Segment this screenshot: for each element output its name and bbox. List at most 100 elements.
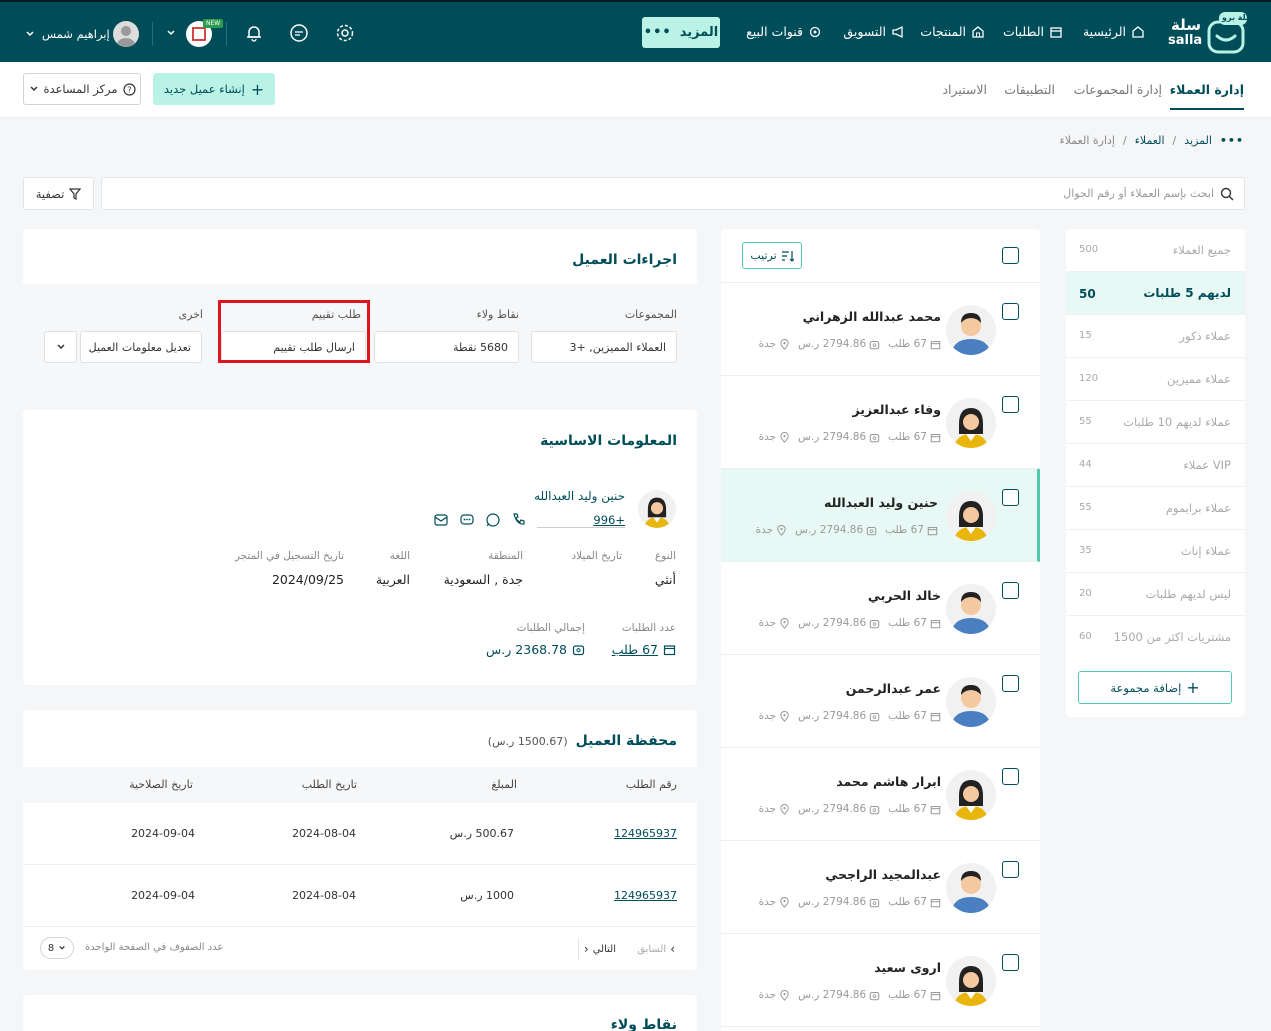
customer-checkbox[interactable] — [1002, 396, 1019, 413]
order-number-link[interactable]: 124965937 — [614, 827, 677, 840]
message-icon[interactable] — [459, 512, 475, 528]
customer-list-item[interactable]: عمر عبدالرحمن 67 طلب 2794.86 ر.س جدة — [721, 655, 1040, 748]
group-item[interactable]: مشتريات اكثر من 1500 60 — [1066, 616, 1245, 659]
customer-checkbox[interactable] — [1002, 582, 1019, 599]
settings-button[interactable] — [335, 23, 355, 43]
location-pin-icon — [780, 431, 789, 443]
nav-home[interactable]: الرئيسية — [1083, 24, 1145, 39]
type-label: النوع — [655, 550, 676, 562]
customer-checkbox[interactable] — [1002, 675, 1019, 692]
group-item[interactable]: جميع العملاء 500 — [1066, 229, 1245, 272]
chat-button[interactable] — [289, 23, 309, 43]
groups-value: العملاء المميزين, +3 — [569, 340, 666, 354]
customer-orders-value: 67 طلب — [885, 524, 924, 536]
location-pin-icon — [780, 896, 789, 908]
rows-per-page-select[interactable]: 8 — [40, 937, 74, 959]
nav-divider-2 — [152, 22, 153, 46]
groups-field[interactable]: العملاء المميزين, +3 — [531, 331, 677, 363]
user-chevron[interactable] — [25, 29, 35, 39]
group-count: 50 — [1079, 287, 1096, 301]
wallet-panel: محفظة العميل (1500.67 ر.س) رقم الطلب الم… — [23, 710, 697, 970]
customer-list-item[interactable]: ابرار هاشم محمد 67 طلب 2794.86 ر.س جدة — [721, 748, 1040, 841]
chevron-left-icon: ‹ — [583, 942, 589, 956]
search-input[interactable] — [114, 178, 1214, 209]
customer-list-item[interactable]: وفاء عبدالعزيز 67 طلب 2794.86 ر.س جدة — [721, 376, 1040, 469]
female-avatar-icon — [946, 770, 996, 820]
customer-amount: 2794.86 ر.س — [798, 803, 880, 815]
notifications-button[interactable] — [244, 23, 264, 43]
customer-amount-value: 2794.86 ر.س — [798, 338, 867, 350]
sort-button[interactable]: ترتيب — [742, 242, 802, 269]
tab-import[interactable]: الاستيراد — [942, 82, 987, 97]
tab-customers[interactable]: إدارة العملاء — [1169, 82, 1245, 110]
customer-list-item[interactable]: عبدالمجيد الراجحي 67 طلب 2794.86 ر.س جدة — [721, 841, 1040, 934]
help-center-button[interactable]: ? مركز المساعدة — [23, 73, 141, 105]
customer-city-value: جدة — [758, 338, 777, 350]
orders-count[interactable]: 67 طلب — [612, 642, 676, 657]
whatsapp-icon[interactable] — [485, 512, 501, 528]
breadcrumb-customers[interactable]: العملاء — [1135, 134, 1165, 147]
customer-amount: 2794.86 ر.س — [798, 431, 880, 443]
customer-name: اروى سعيد — [874, 960, 941, 975]
registration-label: تاريخ التسجيل في المتجر — [234, 550, 344, 562]
mail-icon[interactable] — [433, 512, 449, 528]
group-item[interactable]: عملاء إناث 35 — [1066, 530, 1245, 573]
group-item[interactable]: ليس لديهم طلبات 20 — [1066, 573, 1245, 616]
customer-amount-value: 2794.86 ر.س — [798, 989, 867, 1001]
next-page-button[interactable]: التالي ‹ — [584, 942, 616, 956]
customer-checkbox[interactable] — [1002, 861, 1019, 878]
add-group-button[interactable]: + إضافة مجموعة — [1078, 671, 1232, 704]
group-item[interactable]: عملاء مميزين 120 — [1066, 358, 1245, 401]
customer-list-item[interactable]: اروى سعيد 67 طلب 2794.86 ر.س جدة — [721, 934, 1040, 1027]
customer-orders-value: 67 طلب — [888, 803, 927, 815]
phone-link[interactable]: +996 — [537, 513, 625, 528]
group-item[interactable]: عملاء ذكور 15 — [1066, 315, 1245, 358]
nav-products-label: المنتجات — [920, 24, 966, 39]
user-name[interactable]: إبراهيم شمس — [42, 27, 110, 41]
prev-page-button[interactable]: › السابق — [637, 942, 675, 956]
group-name: عملاء برايموم — [1165, 501, 1231, 515]
group-name: عملاء VIP — [1183, 458, 1231, 472]
customer-checkbox[interactable] — [1002, 489, 1019, 506]
other-actions-dropdown[interactable] — [44, 331, 77, 363]
customer-name: وفاء عبدالعزيز — [852, 402, 941, 417]
store-chevron[interactable] — [166, 28, 176, 38]
new-customer-button[interactable]: + إنشاء عميل جديد — [153, 73, 275, 105]
tab-apps[interactable]: التطبيقات — [1004, 82, 1055, 97]
group-item[interactable]: عملاء برايموم 55 — [1066, 487, 1245, 530]
order-number-link[interactable]: 124965937 — [614, 889, 677, 902]
nav-marketing[interactable]: التسويق — [843, 24, 905, 39]
breadcrumb-dots-icon[interactable]: ••• — [1220, 134, 1244, 147]
points-field[interactable]: 5680 نقطة — [374, 331, 519, 363]
user-avatar[interactable] — [113, 21, 139, 47]
nav-orders[interactable]: الطلبات — [1003, 24, 1063, 39]
edit-customer-info-button[interactable]: تعديل معلومات العميل — [80, 331, 202, 363]
group-item-active[interactable]: لديهم 5 طلبات 50 — [1066, 272, 1245, 315]
customer-list-item[interactable]: حنين وليد العبدالله 67 طلب 2794.86 ر.س جدة — [721, 469, 1040, 562]
nav-more-button[interactable]: المزيد ••• — [642, 17, 720, 48]
orders-count-label: عدد الطلبات — [621, 622, 676, 634]
filter-button[interactable]: تصفية — [23, 177, 94, 210]
expiry-date-cell: 2024-09-04 — [131, 827, 195, 840]
select-all-checkbox[interactable] — [1002, 247, 1019, 264]
customer-checkbox[interactable] — [1002, 768, 1019, 785]
customer-list-item[interactable]: محمد عبدالله الزهراني 67 طلب 2794.86 ر.س جد… — [721, 283, 1040, 376]
customer-checkbox[interactable] — [1002, 954, 1019, 971]
customer-list-item[interactable]: خالد الحربي 67 طلب 2794.86 ر.س جدة — [721, 562, 1040, 655]
customer-city: جدة — [759, 338, 791, 350]
customer-city: جدة — [759, 896, 791, 908]
nav-sales-channels[interactable]: قنوات البيع — [746, 24, 822, 39]
group-item[interactable]: عملاء لديهم 10 طلبات 55 — [1066, 401, 1245, 444]
home-icon — [1132, 25, 1144, 38]
wallet-table-header: رقم الطلب المبلغ تاريخ الطلب تاريخ الصلا… — [23, 767, 697, 803]
male-avatar-icon — [946, 677, 996, 727]
basic-info-title: المعلومات الاساسية — [540, 433, 677, 449]
customer-meta: 67 طلب 2794.86 ر.س جدة — [756, 524, 938, 536]
nav-products[interactable]: المنتجات — [920, 24, 985, 39]
group-item[interactable]: عملاء VIP 44 — [1066, 444, 1245, 487]
tab-groups[interactable]: إدارة المجموعات — [1074, 82, 1162, 97]
breadcrumb-more[interactable]: المزيد — [1184, 134, 1212, 147]
customer-checkbox[interactable] — [1002, 303, 1019, 320]
salla-logo[interactable]: سلة برو سلة salla — [1165, 10, 1254, 56]
phone-icon[interactable] — [511, 512, 527, 528]
